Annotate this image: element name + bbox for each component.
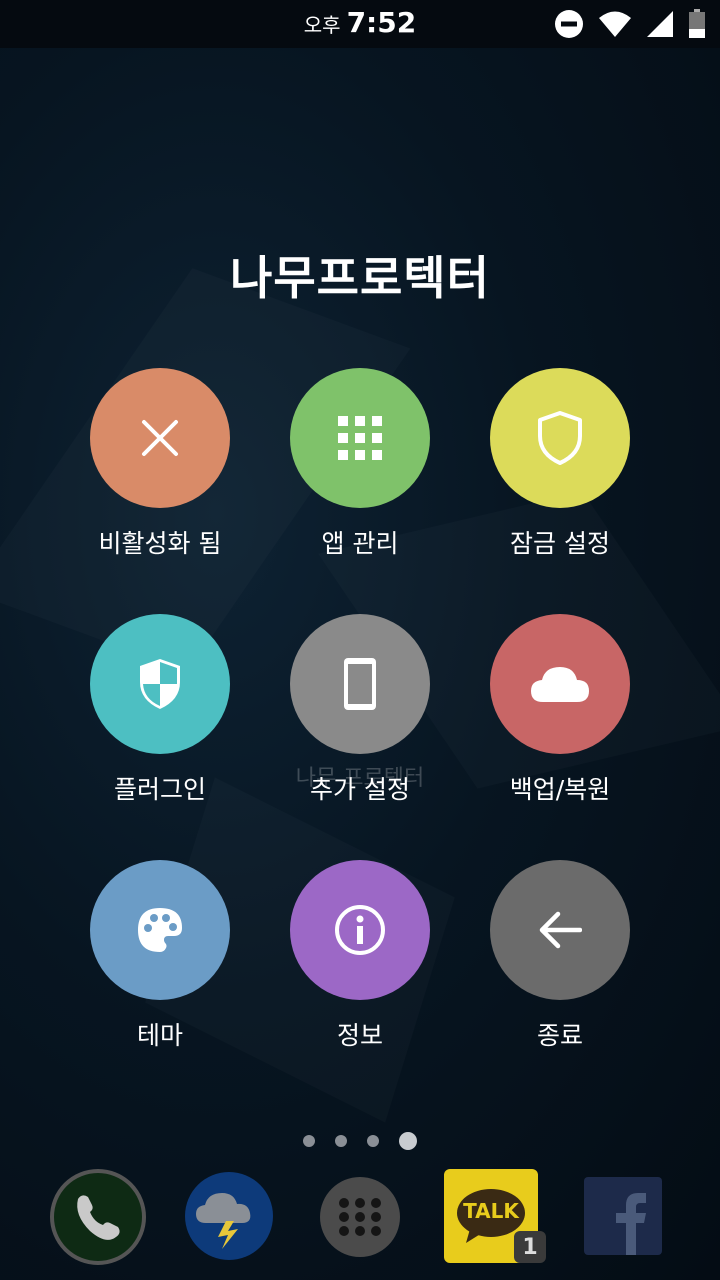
phone-app-icon [50,1169,146,1265]
signal-icon [647,11,673,37]
dock: TALK 1 [0,1165,720,1280]
page-dot[interactable] [367,1135,379,1147]
facebook-icon [584,1177,662,1255]
status-bar: 오후 7:52 [0,0,720,48]
dock-kakaotalk-app[interactable]: TALK 1 [444,1169,554,1269]
menu-circle[interactable] [290,614,430,754]
menu-item-backup-restore[interactable]: 백업/복원 [460,614,660,806]
status-ampm: 오후 [303,13,341,37]
page-dot[interactable] [335,1135,347,1147]
dock-phone-app[interactable] [48,1167,148,1271]
menu-label: 앱 관리 [321,529,399,558]
info-icon [335,905,385,955]
app-title: 나무프로텍터 [230,251,490,305]
menu-circle[interactable] [490,860,630,1000]
menu-item-theme[interactable]: 테마 [60,860,260,1052]
page-indicator [0,1132,720,1150]
phone-icon [344,658,376,710]
menu-label: 플러그인 [113,775,206,804]
palette-icon [138,908,182,952]
kakaotalk-label: TALK [463,1199,519,1223]
menu-item-exit[interactable]: 종료 [460,860,660,1052]
dock-weather-app[interactable] [184,1171,274,1265]
menu-label: 추가 설정 [310,775,410,804]
weather-storm-icon [185,1172,273,1260]
notification-badge: 1 [514,1231,546,1263]
menu-label: 종료 [536,1021,583,1050]
do-not-disturb-icon [555,10,583,38]
menu-circle[interactable] [290,860,430,1000]
page-dot-active[interactable] [399,1132,417,1150]
menu-circle[interactable] [290,368,430,508]
menu-item-info[interactable]: 정보 [260,860,460,1052]
app-drawer-icon [320,1177,400,1257]
menu-item-app-management[interactable]: 앱 관리 [260,368,460,560]
menu-circle[interactable] [90,368,230,508]
status-icons [554,8,706,40]
page-dot[interactable] [303,1135,315,1147]
shield-outline-icon [538,411,582,465]
close-icon [142,420,178,456]
menu-grid: 비활성화 됨 앱 관리 잠금 설정 플러그인 추가 설정 백업/복원 테마 정보… [60,368,660,1052]
cloud-icon [531,667,589,702]
wifi-icon [599,11,631,37]
status-clock: 7:52 [346,6,417,39]
back-arrow-icon [539,911,582,949]
menu-circle[interactable] [490,368,630,508]
menu-item-deactivated[interactable]: 비활성화 됨 [60,368,260,560]
menu-item-lock-settings[interactable]: 잠금 설정 [460,368,660,560]
menu-label: 정보 [336,1021,383,1050]
shield-check-icon [140,659,180,709]
menu-circle[interactable] [490,614,630,754]
menu-item-extra-settings[interactable]: 추가 설정 [260,614,460,806]
menu-label: 테마 [136,1021,183,1050]
menu-label: 잠금 설정 [510,529,610,558]
menu-item-plugin[interactable]: 플러그인 [60,614,260,806]
dock-facebook-app[interactable] [584,1177,662,1259]
menu-circle[interactable] [90,860,230,1000]
menu-label: 백업/복원 [509,775,611,804]
battery-icon [689,9,705,38]
menu-label: 비활성화 됨 [98,529,222,558]
dock-app-drawer[interactable] [320,1177,400,1261]
apps-grid-icon [338,416,382,460]
menu-circle[interactable] [90,614,230,754]
